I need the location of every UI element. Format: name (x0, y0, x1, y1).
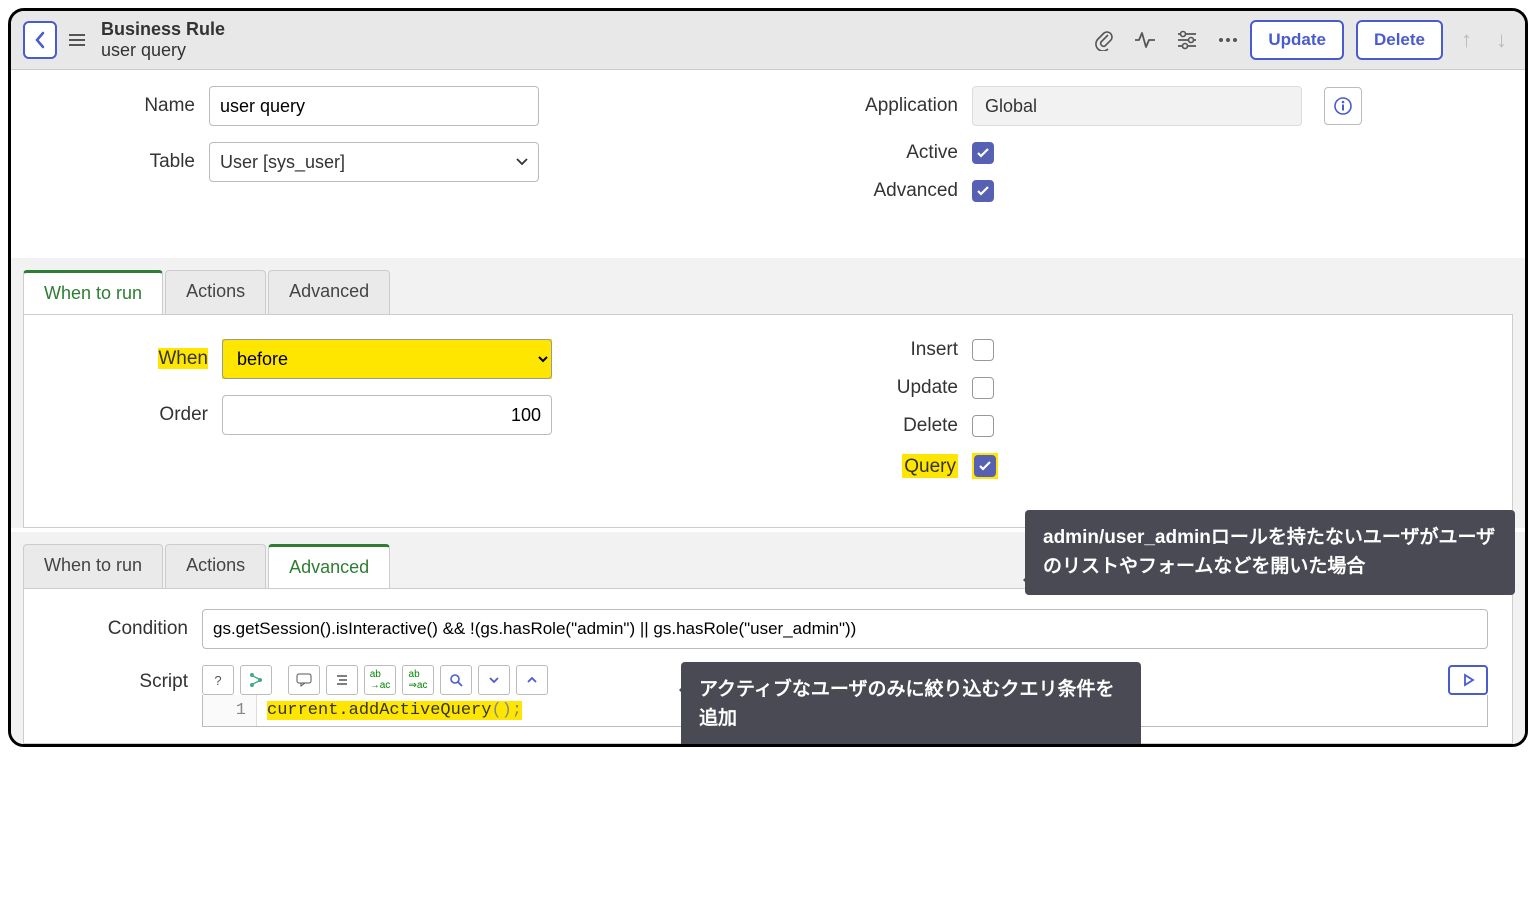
condition-label: Condition (48, 618, 188, 640)
attachment-icon[interactable] (1094, 29, 1114, 51)
script-help-button[interactable]: ? (202, 665, 234, 695)
script-replace-button[interactable]: ab→ac (364, 665, 396, 695)
activity-icon[interactable] (1134, 30, 1156, 50)
line-number: 1 (203, 695, 257, 726)
chevron-down-icon (516, 158, 528, 166)
script-format-button[interactable] (326, 665, 358, 695)
insert-checkbox[interactable] (972, 339, 994, 361)
delete-button[interactable]: Delete (1356, 20, 1443, 60)
order-label: Order (48, 404, 208, 426)
name-input[interactable] (209, 86, 539, 126)
script-comment-button[interactable] (288, 665, 320, 695)
table-select[interactable]: User [sys_user] (209, 142, 539, 182)
update-button[interactable]: Update (1250, 20, 1344, 60)
when-label: When (48, 348, 208, 370)
tab2-when-to-run[interactable]: When to run (23, 544, 163, 588)
tab2-actions[interactable]: Actions (165, 544, 266, 588)
page-subtitle: user query (101, 40, 225, 61)
advanced-label: Advanced (798, 180, 958, 202)
prev-record-icon[interactable]: ↑ (1455, 27, 1478, 53)
query-label: Query (904, 456, 956, 478)
delete-checkbox[interactable] (972, 415, 994, 437)
menu-icon[interactable] (69, 34, 85, 46)
insert-label: Insert (798, 339, 958, 361)
tab2-advanced[interactable]: Advanced (268, 544, 390, 588)
application-value: Global (972, 86, 1302, 126)
back-button[interactable] (23, 21, 57, 59)
callout-script: アクティブなユーザのみに絞り込むクエリ条件を追加 (681, 662, 1141, 747)
tab-advanced[interactable]: Advanced (268, 270, 390, 314)
update-checkbox[interactable] (972, 377, 994, 399)
script-replace-all-button[interactable]: ab⇒ac (402, 665, 434, 695)
application-info-button[interactable] (1324, 87, 1362, 125)
next-record-icon[interactable]: ↓ (1490, 27, 1513, 53)
tab-actions[interactable]: Actions (165, 270, 266, 314)
name-label: Name (35, 95, 195, 117)
table-select-value: User [sys_user] (220, 152, 345, 173)
advanced-checkbox[interactable] (972, 180, 994, 202)
active-checkbox[interactable] (972, 142, 994, 164)
update-label: Update (798, 377, 958, 399)
delete-label: Delete (798, 415, 958, 437)
more-icon[interactable] (1218, 36, 1238, 44)
application-label: Application (798, 95, 958, 117)
tab-when-to-run[interactable]: When to run (23, 270, 163, 314)
script-fullscreen-button[interactable] (1448, 665, 1488, 695)
callout-condition: admin/user_adminロールを持たないユーザがユーザのリストやフォーム… (1025, 510, 1515, 595)
query-checkbox[interactable] (974, 455, 996, 477)
when-select[interactable]: before (222, 339, 552, 379)
table-label: Table (35, 151, 195, 173)
page-title: Business Rule (101, 19, 225, 40)
script-prev-button[interactable] (516, 665, 548, 695)
script-next-button[interactable] (478, 665, 510, 695)
active-label: Active (798, 142, 958, 164)
order-input[interactable] (222, 395, 552, 435)
script-search-button[interactable] (440, 665, 472, 695)
condition-input[interactable] (202, 609, 1488, 649)
script-tree-button[interactable] (240, 665, 272, 695)
script-label: Script (48, 665, 188, 693)
settings-icon[interactable] (1176, 30, 1198, 50)
